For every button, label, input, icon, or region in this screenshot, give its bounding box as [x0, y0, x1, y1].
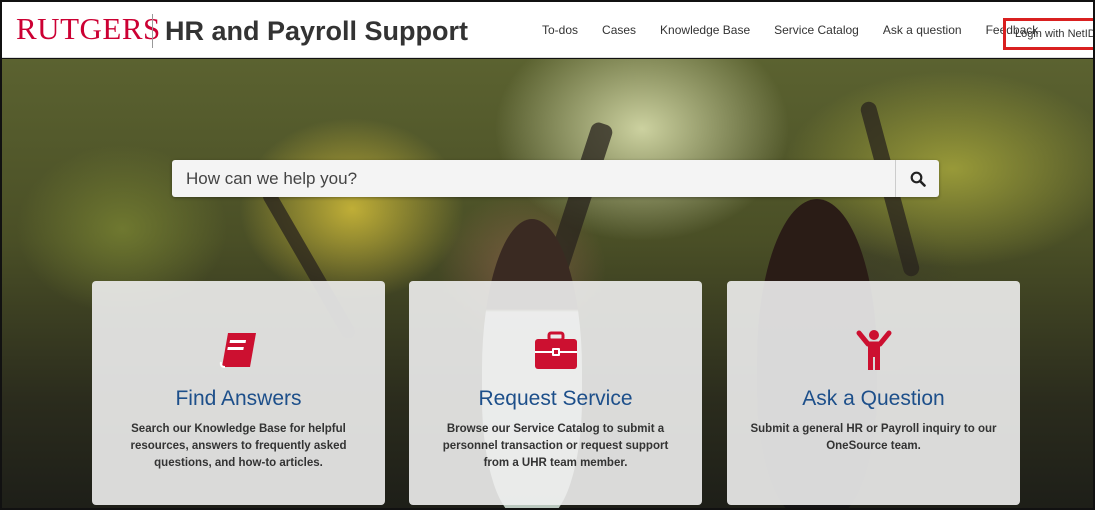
logo-divider	[152, 14, 153, 48]
person-raising-hand-icon	[856, 330, 891, 370]
search-bar	[172, 160, 939, 197]
card-title: Ask a Question	[802, 387, 945, 410]
card-request-service[interactable]: Request Service Browse our Service Catal…	[409, 281, 702, 505]
card-title: Request Service	[478, 387, 633, 410]
nav-knowledge-base[interactable]: Knowledge Base	[660, 23, 750, 37]
card-description: Search our Knowledge Base for helpful re…	[130, 423, 347, 469]
page: RUTGERS HR and Payroll Support To-dos Ca…	[0, 0, 1095, 510]
search-button[interactable]	[895, 160, 939, 197]
nav-todos[interactable]: To-dos	[542, 23, 578, 37]
book-icon	[219, 333, 256, 368]
nav-ask-a-question[interactable]: Ask a question	[883, 23, 962, 37]
card-description: Browse our Service Catalog to submit a p…	[442, 423, 669, 469]
nav-service-catalog[interactable]: Service Catalog	[774, 23, 859, 37]
briefcase-icon	[534, 331, 577, 369]
site-header: RUTGERS HR and Payroll Support To-dos Ca…	[2, 2, 1095, 58]
main-nav: To-dos Cases Knowledge Base Service Cata…	[542, 2, 1062, 58]
card-description: Submit a general HR or Payroll inquiry t…	[750, 423, 997, 452]
card-title: Find Answers	[175, 387, 302, 410]
nav-cases[interactable]: Cases	[602, 23, 636, 37]
site-title[interactable]: HR and Payroll Support	[165, 15, 468, 47]
card-find-answers[interactable]: Find Answers Search our Knowledge Base f…	[92, 281, 385, 505]
rutgers-logo[interactable]: RUTGERS	[16, 12, 161, 46]
search-input[interactable]	[172, 160, 894, 197]
search-icon	[910, 171, 926, 187]
login-button[interactable]: Login with NetID	[1003, 18, 1095, 50]
card-ask-a-question[interactable]: Ask a Question Submit a general HR or Pa…	[727, 281, 1020, 505]
login-label: Login with NetID	[1015, 28, 1095, 40]
